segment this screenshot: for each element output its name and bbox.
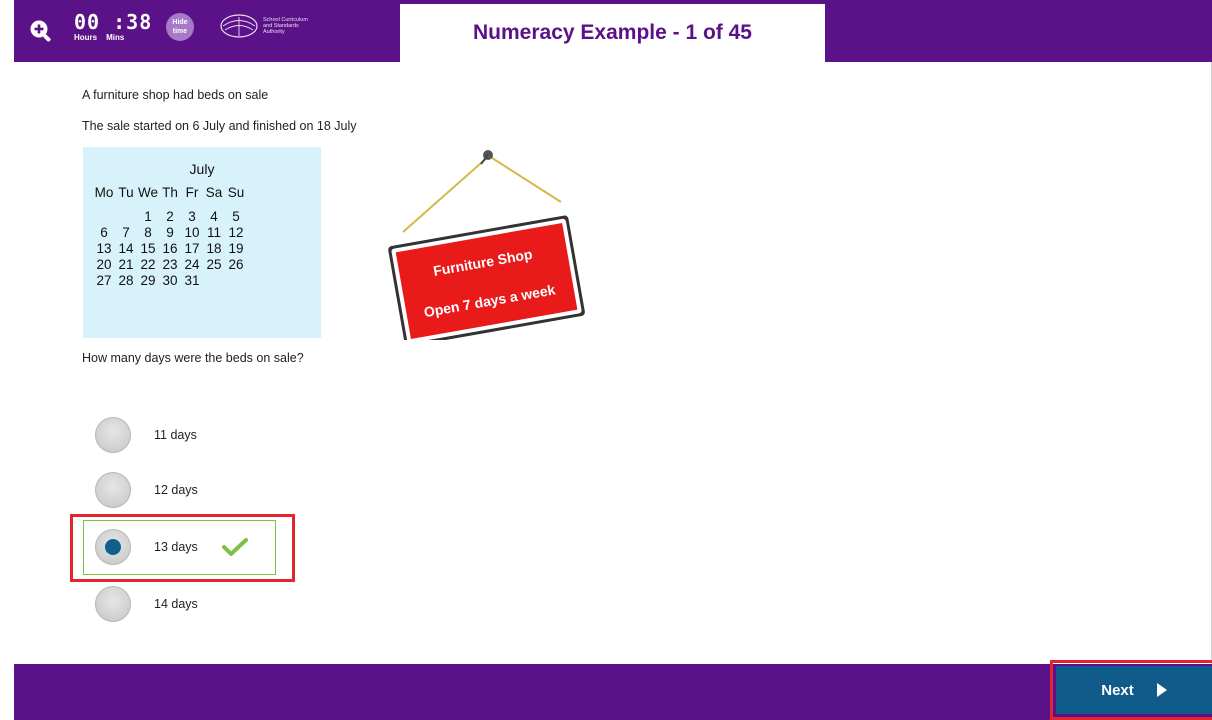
calendar-day: 19 xyxy=(228,241,244,256)
option-label: 11 days xyxy=(154,428,197,442)
question-prompt: How many days were the beds on sale? xyxy=(82,351,304,365)
next-button[interactable]: Next xyxy=(1056,666,1212,714)
calendar-month: July xyxy=(189,161,215,177)
calendar-grid: Mo Tu We Th Fr Sa Su 1 2 3 4 5 6 7 8 9 10 11 12 13 14 15 16 17 1… xyxy=(93,185,247,289)
sign-nail-icon xyxy=(480,150,493,165)
calendar-day: 10 xyxy=(184,225,200,240)
calendar-day: 12 xyxy=(228,225,244,240)
option-label: 13 days xyxy=(154,540,198,554)
calendar-day: 22 xyxy=(140,257,156,272)
answer-option-12-days[interactable]: 12 days xyxy=(95,471,198,509)
zoom-in-icon[interactable] xyxy=(28,18,54,44)
answer-option-14-days[interactable]: 14 days xyxy=(95,585,198,623)
option-label: 12 days xyxy=(154,483,198,497)
radio-button[interactable] xyxy=(95,586,131,622)
calendar-day: 14 xyxy=(118,241,134,256)
calendar-weekday: Mo xyxy=(94,185,114,200)
calendar-day: 27 xyxy=(96,273,112,288)
play-arrow-icon xyxy=(1156,683,1167,697)
calendar-weekday: Th xyxy=(162,185,178,200)
calendar-day: 21 xyxy=(118,257,134,272)
timer-digits: 00 :38 xyxy=(74,10,153,34)
radio-button[interactable] xyxy=(95,417,131,453)
question-line-2: The sale started on 6 July and finished … xyxy=(82,119,357,133)
calendar-weekday: Sa xyxy=(205,185,223,200)
answer-option-13-days[interactable]: 13 days xyxy=(95,528,248,566)
page-title: Numeracy Example - 1 of 45 xyxy=(473,21,752,44)
calendar-day: 31 xyxy=(184,273,200,288)
calendar-day xyxy=(225,273,247,289)
calendar-day: 13 xyxy=(96,241,112,256)
scsa-emblem-icon xyxy=(220,14,258,38)
calendar-day: 5 xyxy=(232,209,240,224)
hide-time-label-2: time xyxy=(172,28,188,35)
timer-mins-label: Mins xyxy=(106,33,125,42)
calendar-day: 1 xyxy=(144,209,152,224)
hide-time-button[interactable]: Hide time xyxy=(166,13,194,41)
logo-line-3: Authority xyxy=(263,29,285,35)
calendar-day: 24 xyxy=(184,257,200,272)
calendar-day: 17 xyxy=(184,241,200,256)
calendar-day: 23 xyxy=(162,257,178,272)
calendar-day: 9 xyxy=(166,225,174,240)
calendar-weekday: We xyxy=(137,185,158,200)
calendar: July Mo Tu We Th Fr Sa Su 1 2 3 4 5 6 7 8 9 10 11 12 13 14 15… xyxy=(83,147,321,338)
question-line-1: A furniture shop had beds on sale xyxy=(82,88,269,102)
next-label: Next xyxy=(1101,681,1134,699)
calendar-day: 6 xyxy=(100,225,108,240)
calendar-weekday: Su xyxy=(227,185,245,200)
timer-hours-label: Hours xyxy=(74,33,98,42)
calendar-day: 3 xyxy=(188,209,196,224)
calendar-day: 26 xyxy=(228,257,244,272)
calendar-day: 29 xyxy=(140,273,156,288)
option-label: 14 days xyxy=(154,597,198,611)
calendar-day: 20 xyxy=(96,257,112,272)
calendar-day: 25 xyxy=(206,257,222,272)
calendar-day: 7 xyxy=(122,225,130,240)
calendar-day xyxy=(115,209,137,225)
calendar-day: 4 xyxy=(210,209,218,224)
test-window: 00 :38 Hours Mins Hide time School Curri… xyxy=(0,0,1212,720)
scsa-logo: School Curriculum and Standards Authorit… xyxy=(219,13,335,39)
calendar-weekday: Tu xyxy=(118,185,134,200)
hide-time-label-1: Hide xyxy=(172,19,188,26)
calendar-day xyxy=(93,209,115,225)
calendar-weekday: Fr xyxy=(185,185,199,200)
calendar-day: 30 xyxy=(162,273,178,288)
calendar-day: 28 xyxy=(118,273,134,288)
calendar-day: 16 xyxy=(162,241,178,256)
radio-button[interactable] xyxy=(95,472,131,508)
calendar-day: 8 xyxy=(144,225,152,240)
calendar-day: 18 xyxy=(206,241,222,256)
checkmark-icon xyxy=(221,538,248,556)
timer: 00 :38 Hours Mins xyxy=(74,12,152,42)
calendar-day: 15 xyxy=(140,241,156,256)
radio-button-selected[interactable] xyxy=(95,529,131,565)
footer-bar xyxy=(14,664,1212,720)
next-highlight-frame: Next xyxy=(1050,660,1212,720)
calendar-day xyxy=(203,273,225,289)
title-box: Numeracy Example - 1 of 45 xyxy=(400,4,825,62)
answer-option-11-days[interactable]: 11 days xyxy=(95,416,197,454)
furniture-shop-sign: Furniture Shop Open 7 days a week xyxy=(388,150,585,340)
calendar-day: 11 xyxy=(206,225,221,240)
calendar-day: 2 xyxy=(166,209,174,224)
